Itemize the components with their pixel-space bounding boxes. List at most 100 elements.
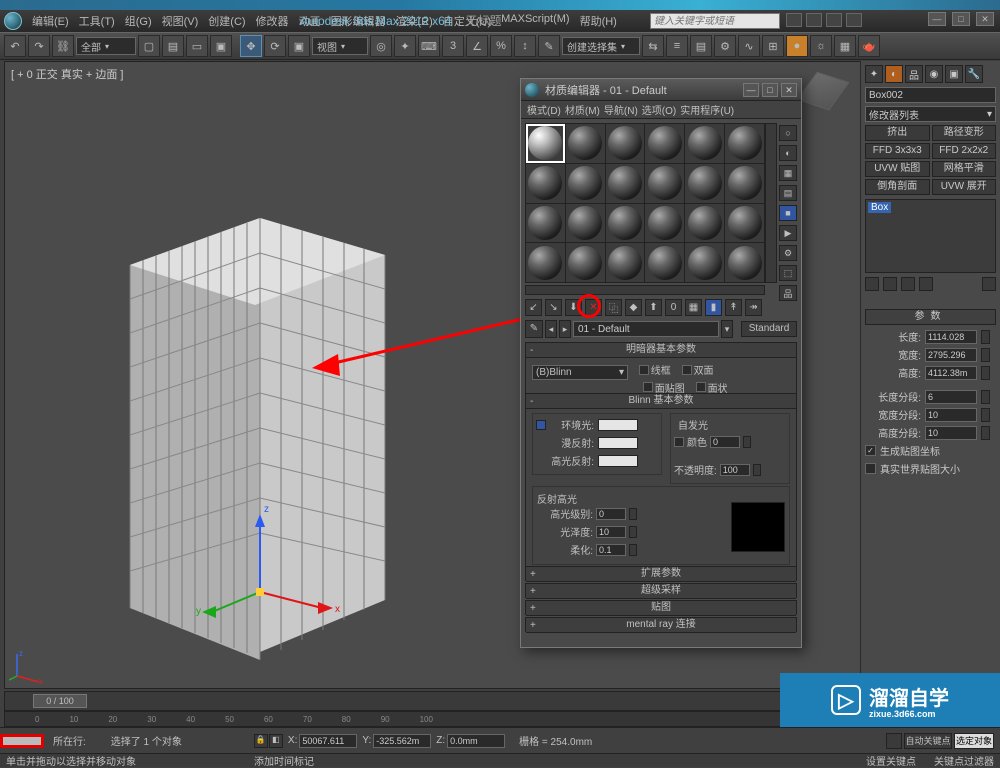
infocenter-button-icon[interactable] — [806, 13, 822, 27]
params-rollout-header[interactable]: 参数 — [865, 309, 996, 325]
mod-meshsmooth-button[interactable]: 网格平滑 — [932, 161, 997, 177]
put-to-scene-icon[interactable]: ↘ — [545, 299, 562, 316]
modifier-list-combo[interactable]: 修改器列表▾ — [865, 106, 996, 122]
sample-slot[interactable] — [566, 204, 605, 243]
create-tab-icon[interactable]: ✦ — [865, 65, 883, 83]
motion-tab-icon[interactable]: ◉ — [925, 65, 943, 83]
sample-vscroll[interactable] — [765, 123, 777, 283]
material-name-input[interactable] — [573, 321, 719, 337]
sample-slot[interactable] — [606, 164, 645, 203]
two-sided-checkbox[interactable] — [682, 365, 692, 375]
select-scale-icon[interactable]: ▣ — [288, 35, 310, 57]
select-move-icon[interactable]: ✥ — [240, 35, 262, 57]
mod-pathdeform-button[interactable]: 路径变形 — [932, 125, 997, 141]
height-spinner[interactable] — [981, 366, 990, 380]
select-rotate-icon[interactable]: ⟳ — [264, 35, 286, 57]
rendered-frame-icon[interactable]: ▦ — [834, 35, 856, 57]
maps-rollout[interactable]: +贴图 — [525, 600, 797, 615]
viewport[interactable]: [ + 0 正交 真实 + 边面 ] — [4, 61, 996, 689]
hseg-spinner[interactable] — [981, 426, 990, 440]
pin-stack-icon[interactable] — [865, 277, 879, 291]
menu-help[interactable]: 帮助(H) — [576, 13, 621, 29]
wseg-input[interactable] — [925, 408, 977, 422]
self-illum-spinner[interactable] — [743, 436, 751, 448]
hierarchy-tab-icon[interactable]: 品 — [905, 65, 923, 83]
angle-snap-icon[interactable]: ∠ — [466, 35, 488, 57]
get-material-icon[interactable]: ↙ — [525, 299, 542, 316]
auto-key-button[interactable]: 自动关键点 — [904, 733, 952, 749]
close-button[interactable]: ✕ — [976, 12, 994, 26]
facemap-checkbox[interactable] — [643, 382, 653, 392]
self-illum-checkbox[interactable] — [674, 437, 684, 447]
sample-slot[interactable] — [685, 164, 724, 203]
set-key-icon[interactable] — [886, 733, 902, 749]
select-by-mat-icon[interactable]: ⬚ — [779, 265, 797, 281]
select-region-icon[interactable]: ▭ — [186, 35, 208, 57]
go-forward-icon[interactable]: ↠ — [745, 299, 762, 316]
wire-checkbox[interactable] — [639, 365, 649, 375]
width-input[interactable] — [925, 348, 977, 362]
object-name-input[interactable] — [865, 87, 996, 103]
spinner-snap-icon[interactable]: ↕ — [514, 35, 536, 57]
menu-edit[interactable]: 编辑(E) — [28, 13, 73, 29]
menu-create[interactable]: 创建(C) — [204, 13, 249, 29]
ref-coord-combo[interactable]: 视图▾ — [312, 37, 368, 55]
mirror-icon[interactable]: ⇆ — [642, 35, 664, 57]
curve-editor-icon[interactable]: ∿ — [738, 35, 760, 57]
mat-menu-material[interactable]: 材质(M) — [565, 102, 600, 117]
soften-spinner[interactable] — [629, 544, 637, 556]
viewcube[interactable] — [800, 68, 850, 118]
sample-slot[interactable] — [685, 204, 724, 243]
specular-swatch[interactable] — [598, 455, 638, 467]
mod-uvwmap-button[interactable]: UVW 贴图 — [865, 161, 930, 177]
mat-menu-navigation[interactable]: 导航(N) — [604, 102, 638, 117]
link-button-icon[interactable]: ⛓ — [52, 35, 74, 57]
sample-slot[interactable] — [526, 204, 565, 243]
length-spinner[interactable] — [981, 330, 990, 344]
render-setup-icon[interactable]: ☼ — [810, 35, 832, 57]
sample-slot[interactable] — [566, 124, 605, 163]
hseg-input[interactable] — [925, 426, 977, 440]
sample-slot[interactable] — [725, 204, 764, 243]
sample-slot[interactable] — [526, 124, 565, 163]
z-input[interactable] — [447, 734, 505, 748]
undo-button-icon[interactable]: ↶ — [4, 35, 26, 57]
sample-type-icon[interactable]: ○ — [779, 125, 797, 141]
sample-uv-icon[interactable]: ▤ — [779, 185, 797, 201]
menu-maxscript[interactable]: MAXScript(M) — [497, 13, 573, 29]
search-button-icon[interactable] — [786, 13, 802, 27]
sample-slot[interactable] — [566, 243, 605, 282]
wseg-spinner[interactable] — [981, 408, 990, 422]
shader-basic-header[interactable]: -明暗器基本参数 — [526, 343, 796, 358]
mat-minimize-button[interactable]: — — [743, 83, 759, 97]
modify-tab-icon[interactable]: ◐ — [885, 65, 903, 83]
mat-menu-modes[interactable]: 模式(D) — [527, 102, 561, 117]
options-icon[interactable]: ⚙ — [779, 245, 797, 261]
video-check-icon[interactable]: ■ — [779, 205, 797, 221]
show-map-icon[interactable]: ▦ — [685, 299, 702, 316]
window-crossing-icon[interactable]: ▣ — [210, 35, 232, 57]
help-search-input[interactable] — [650, 13, 780, 29]
mod-extrude-button[interactable]: 挤出 — [865, 125, 930, 141]
select-object-icon[interactable]: ▢ — [138, 35, 160, 57]
layer-manager-icon[interactable]: ▤ — [690, 35, 712, 57]
glossiness-input[interactable] — [596, 526, 626, 538]
use-center-icon[interactable]: ◎ — [370, 35, 392, 57]
modifier-stack[interactable]: Box — [865, 199, 996, 273]
y-input[interactable] — [373, 734, 431, 748]
snaps-toggle-icon[interactable]: 3 — [442, 35, 464, 57]
key-filters-button[interactable]: 关键点过滤器 — [934, 753, 994, 768]
diffuse-swatch[interactable] — [598, 437, 638, 449]
time-tag[interactable]: 添加时间标记 — [254, 753, 314, 768]
percent-snap-icon[interactable]: % — [490, 35, 512, 57]
keyboard-shortcut-icon[interactable]: ⌨ — [418, 35, 440, 57]
mod-ffd222-button[interactable]: FFD 2x2x2 — [932, 143, 997, 159]
mat-maximize-button[interactable]: □ — [762, 83, 778, 97]
realworld-checkbox[interactable] — [865, 463, 876, 474]
sample-slot[interactable] — [526, 164, 565, 203]
name-dropdown-icon[interactable]: ▾ — [721, 320, 733, 338]
select-manipulate-icon[interactable]: ✦ — [394, 35, 416, 57]
stack-item-box[interactable]: Box — [868, 202, 891, 213]
x-input[interactable] — [299, 734, 357, 748]
go-parent-icon[interactable]: ↟ — [725, 299, 742, 316]
